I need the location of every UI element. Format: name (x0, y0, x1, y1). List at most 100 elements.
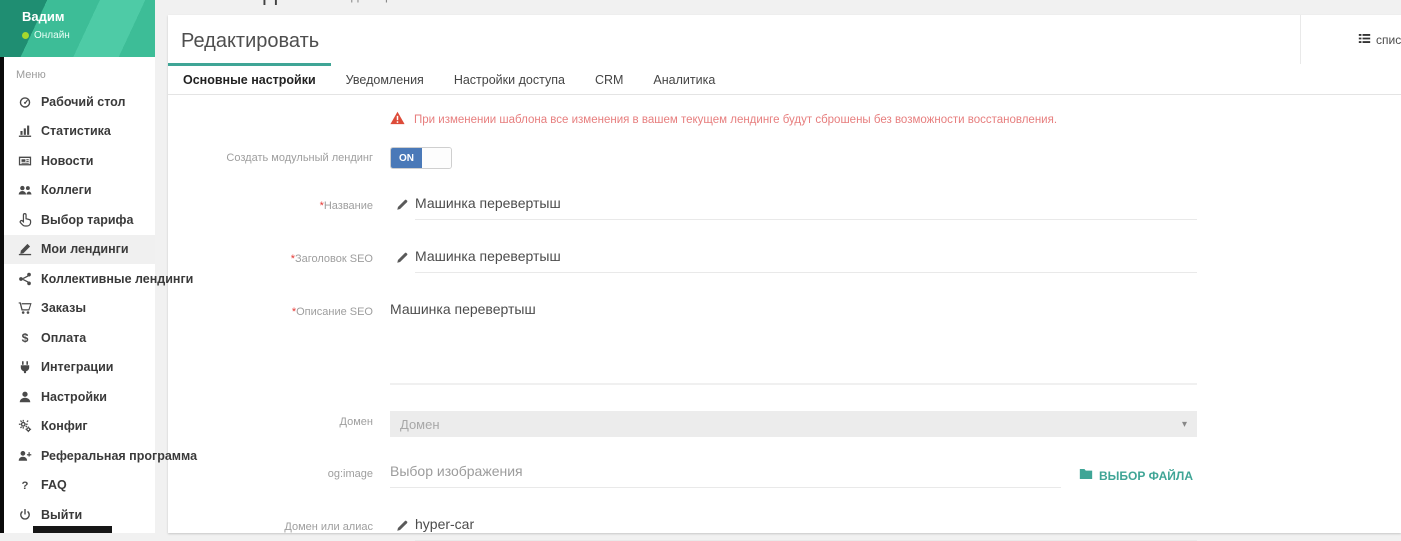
cart-icon (16, 301, 33, 315)
stats-icon (16, 124, 33, 138)
tab-crm[interactable]: CRM (580, 63, 638, 94)
field-label-seo-title: *Заголовок SEO (168, 248, 373, 273)
field-row-domain-alias: Домен или алиасhyper-car (168, 516, 1401, 541)
sidebar-item-referral[interactable]: Реферальная программа (0, 441, 155, 471)
og-image-input[interactable]: Выбор изображения (390, 463, 1061, 488)
sidebar-item-dashboard[interactable]: Рабочий стол (0, 87, 155, 117)
pencil-icon (396, 519, 409, 537)
sidebar-menu: Рабочий стол Статистика Новости Коллеги Выбо… (0, 87, 155, 530)
menu-section-label: Меню (0, 57, 155, 87)
sidebar-item-tariff[interactable]: Выбор тарифа (0, 205, 155, 235)
user-status: Онлайн (22, 30, 155, 41)
page-subtitle: Редактировать (336, 0, 426, 3)
field-label-seo-description: *Описание SEO (168, 301, 373, 385)
form: Создать модульный лендингON *Название Маши… (168, 147, 1401, 541)
power-icon (16, 508, 33, 522)
field-control-domain-alias: hyper-car (390, 516, 1197, 541)
card-header: Редактировать список (168, 15, 1401, 63)
colleagues-icon (16, 183, 33, 197)
list-view-button[interactable]: список (1300, 15, 1401, 64)
sidebar-item-label: Реферальная программа (41, 449, 197, 463)
hand-pointer-icon (16, 213, 33, 227)
field-label-og-image: og:image (168, 463, 373, 488)
field-row-domain: ДоменДомен▾ (168, 411, 1401, 437)
sidebar-item-statistics[interactable]: Статистика (0, 117, 155, 147)
sidebar-item-faq[interactable]: ?FAQ (0, 471, 155, 501)
screen-edge-artifact (0, 57, 4, 533)
list-button-label: список (1376, 33, 1401, 47)
sidebar-item-label: Настройки (41, 390, 107, 404)
tab-analytics[interactable]: Аналитика (638, 63, 730, 94)
seo-title-input[interactable]: Машинка перевертыш (415, 248, 1197, 273)
field-row-title: *Название Машинка перевертыш (168, 195, 1401, 220)
domain-alias-input[interactable]: hyper-car (415, 516, 1197, 541)
news-icon (16, 154, 33, 168)
field-label-title: *Название (168, 195, 373, 220)
modular-landing-toggle[interactable]: ON (390, 147, 452, 169)
sidebar-item-config[interactable]: Конфиг (0, 412, 155, 442)
domain-select[interactable]: Домен▾ (390, 411, 1197, 437)
page-heading: Мои лендинги Редактировать (169, 0, 426, 7)
svg-text:$: $ (21, 331, 28, 345)
sidebar-item-integrations[interactable]: Интеграции (0, 353, 155, 383)
svg-text:?: ? (21, 480, 28, 492)
screen-bottom-artifact (33, 526, 112, 533)
sidebar-item-payment[interactable]: $ Оплата (0, 323, 155, 353)
dollar-icon: $ (16, 331, 33, 345)
field-row-seo-title: *Заголовок SEO Машинка перевертыш (168, 248, 1401, 273)
tab-notifications[interactable]: Уведомления (331, 63, 439, 94)
sidebar-item-label: Выбор тарифа (41, 213, 133, 227)
toggle-on-label: ON (391, 148, 422, 168)
list-icon (1358, 32, 1371, 48)
sidebar-item-label: Конфиг (41, 419, 88, 433)
warning-banner: При изменении шаблона все изменения в ва… (390, 111, 1401, 128)
choose-file-button[interactable]: ВЫБОР ФАЙЛА (1079, 468, 1193, 483)
card-title: Редактировать (181, 30, 319, 52)
user-status-label: Онлайн (34, 30, 70, 41)
sidebar-item-colleagues[interactable]: Коллеги (0, 176, 155, 206)
field-row-og-image: og:image Выбор изображения ВЫБОР ФАЙЛА (168, 463, 1401, 488)
app: Вадим Онлайн Меню Рабочий стол Статистика… (0, 0, 1401, 533)
pencil-icon (396, 251, 409, 269)
user-name: Вадим (22, 9, 155, 24)
field-row-modular-landing: Создать модульный лендингON (168, 147, 1401, 169)
edit-icon (16, 242, 33, 256)
sidebar-item-orders[interactable]: Заказы (0, 294, 155, 324)
gears-icon (16, 419, 33, 433)
choose-file-label: ВЫБОР ФАЙЛА (1099, 469, 1193, 483)
field-control-seo-description: Машинка перевертыш (390, 301, 1197, 385)
tab-access-settings[interactable]: Настройки доступа (439, 63, 580, 94)
field-row-seo-description: *Описание SEOМашинка перевертыш (168, 301, 1401, 385)
sidebar-item-label: Мои лендинги (41, 242, 129, 256)
sidebar-item-my-landings[interactable]: Мои лендинги (0, 235, 155, 265)
seo-description-textarea[interactable]: Машинка перевертыш (390, 301, 1197, 385)
sidebar-item-label: Коллективные лендинги (41, 272, 193, 286)
warning-text: При изменении шаблона все изменения в ва… (414, 114, 1057, 126)
sidebar-item-label: Статистика (41, 124, 111, 138)
tab-main-settings[interactable]: Основные настройки (168, 63, 331, 94)
sidebar-item-label: Интеграции (41, 360, 113, 374)
required-asterisk: * (292, 306, 296, 318)
sidebar: Вадим Онлайн Меню Рабочий стол Статистика… (0, 0, 155, 533)
main-content: Мои лендинги Редактировать Редактировать… (155, 0, 1401, 533)
sidebar-item-label: Оплата (41, 331, 86, 345)
user-icon (16, 390, 33, 404)
warning-icon (390, 111, 405, 128)
sidebar-item-collective-landings[interactable]: Коллективные лендинги (0, 264, 155, 294)
sidebar-item-label: Выйти (41, 508, 82, 522)
field-control-og-image: Выбор изображения ВЫБОР ФАЙЛА (390, 463, 1197, 488)
question-icon: ? (16, 478, 33, 492)
caret-down-icon: ▾ (1182, 419, 1187, 430)
page-title: Мои лендинги (169, 0, 326, 7)
share-icon (16, 272, 33, 286)
title-input[interactable]: Машинка перевертыш (415, 195, 1197, 220)
sidebar-item-label: Заказы (41, 301, 86, 315)
field-control-title: Машинка перевертыш (390, 195, 1197, 220)
sidebar-item-news[interactable]: Новости (0, 146, 155, 176)
sidebar-item-settings[interactable]: Настройки (0, 382, 155, 412)
tab-bar: Основные настройкиУведомленияНастройки д… (168, 63, 1401, 95)
field-control-domain: Домен▾ (390, 411, 1197, 437)
tab-body: При изменении шаблона все изменения в ва… (168, 95, 1401, 541)
sidebar-item-label: Новости (41, 154, 93, 168)
required-asterisk: * (320, 200, 324, 212)
